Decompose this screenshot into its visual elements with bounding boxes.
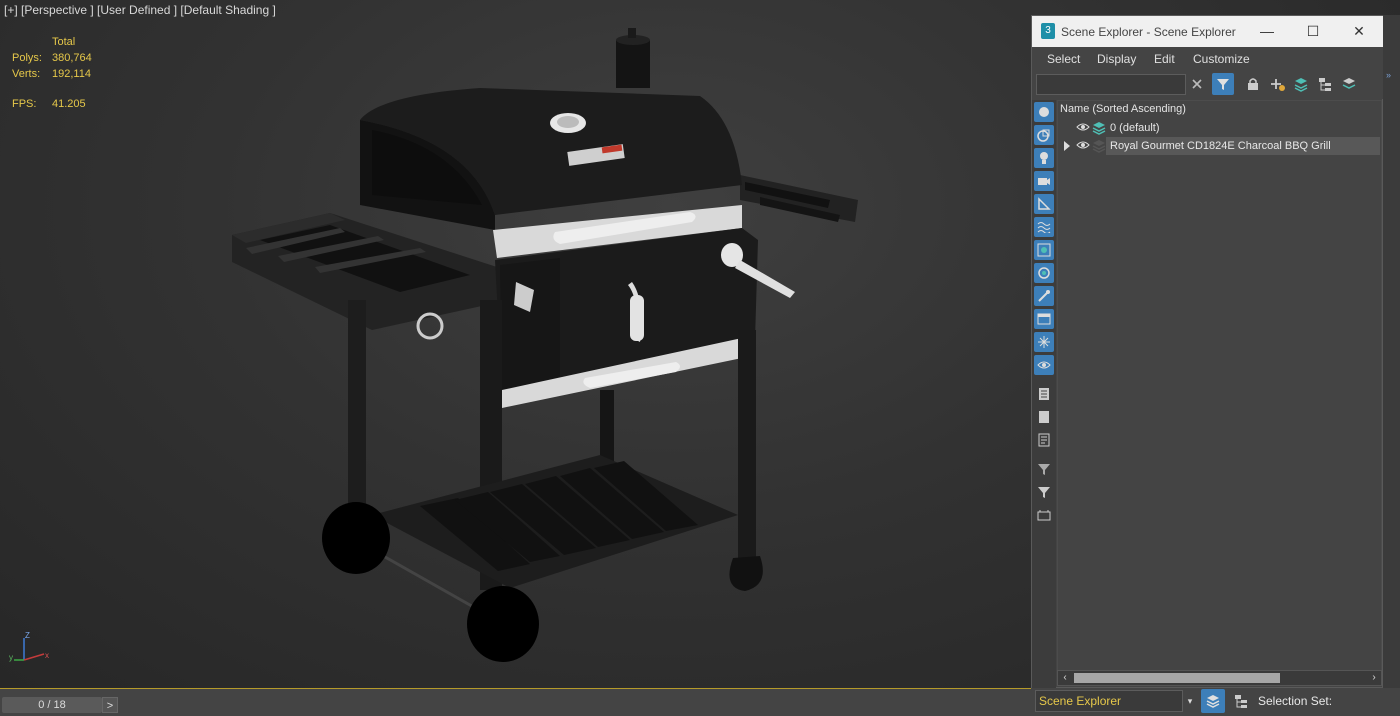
right-wheel [467,586,539,662]
cameras-filter-icon[interactable] [1034,171,1054,191]
next-frame-button[interactable]: > [102,697,118,713]
explorer-bottom-bar: Scene Explorer ▾ Selection Set: [1031,688,1400,716]
helpers-filter-icon[interactable] [1034,194,1054,214]
maximize-button[interactable]: ☐ [1290,16,1336,47]
window-titlebar[interactable]: 3 Scene Explorer - Scene Explorer — ☐ ✕ [1032,16,1384,47]
display-all-icon[interactable] [1034,384,1054,404]
xrefs-filter-icon[interactable] [1034,263,1054,283]
hierarchy-icon[interactable] [1314,73,1336,95]
svg-text:Z: Z [25,631,30,640]
containers-filter-icon[interactable] [1034,309,1054,329]
tree-row-grill-layer[interactable]: Royal Gourmet CD1824E Charcoal BBQ Grill [1058,137,1381,155]
invert-display-icon[interactable] [1034,430,1054,450]
geometry-filter-icon[interactable] [1034,102,1054,122]
time-slider-frame-counter[interactable]: 0 / 18 [2,697,102,713]
menu-display[interactable]: Display [1097,52,1136,66]
time-slider-bar: 0 / 18 > [0,688,1032,716]
back-foot [729,556,763,591]
menu-bar: Select Display Edit Customize [1032,47,1384,71]
svg-text:x: x [45,651,49,660]
left-wheel [322,502,390,574]
expand-arrow-icon[interactable] [1064,141,1070,151]
clear-search-icon[interactable] [1186,73,1208,95]
tree-row-default-layer[interactable]: 0 (default) [1058,119,1381,137]
panel-grip-icon[interactable]: » [1386,70,1391,80]
panel-edge: » [1383,15,1400,688]
app-window: [+] [Perspective ] [User Defined ] [Defa… [0,0,1400,716]
lock-icon[interactable] [1242,73,1264,95]
minimize-button[interactable]: — [1244,16,1290,47]
scene-explorer-window: 3 Scene Explorer - Scene Explorer — ☐ ✕ … [1031,15,1384,689]
charcoal-tray-crank [630,295,644,341]
svg-text:y: y [9,653,13,662]
filter-icon[interactable] [1034,482,1054,502]
name-column-header[interactable]: Name (Sorted Ascending) [1060,103,1186,115]
display-none-icon[interactable] [1034,407,1054,427]
visibility-eye-icon[interactable] [1076,122,1090,135]
lights-filter-icon[interactable] [1034,148,1054,168]
tree-row-label: 0 (default) [1110,122,1160,134]
space-warps-filter-icon[interactable] [1034,217,1054,237]
selection-set-icon[interactable] [1034,505,1054,525]
layers-icon[interactable] [1290,73,1312,95]
window-title: Scene Explorer - Scene Explorer [1061,25,1236,39]
tree-row-label: Royal Gourmet CD1824E Charcoal BBQ Grill [1106,137,1380,155]
grill-chimney [616,40,650,88]
filter-settings-icon[interactable] [1034,459,1054,479]
explorer-select[interactable]: Scene Explorer [1035,690,1183,712]
frozen-filter-icon[interactable] [1034,332,1054,352]
shapes-filter-icon[interactable] [1034,125,1054,145]
hidden-filter-icon[interactable] [1034,355,1054,375]
bones-filter-icon[interactable] [1034,286,1054,306]
filter-toggle-icon[interactable] [1212,73,1234,95]
layer-stack-icon[interactable] [1338,73,1360,95]
groups-filter-icon[interactable] [1034,240,1054,260]
back-right-leg [738,330,756,560]
add-layer-icon[interactable] [1266,73,1288,95]
chevron-down-icon[interactable]: ▾ [1183,690,1197,712]
sort-by-layer-icon[interactable] [1201,689,1225,713]
axis-gizmo: Z y x [9,631,49,662]
menu-edit[interactable]: Edit [1154,52,1175,66]
filter-sidebar [1032,100,1056,689]
menu-select[interactable]: Select [1047,52,1080,66]
scene-tree: Name (Sorted Ascending) 0 (default) Roya… [1057,100,1382,674]
3dsmax-app-icon: 3 [1041,23,1055,39]
layer-icon [1092,139,1106,156]
scrollbar-thumb[interactable] [1074,673,1280,683]
sort-by-hierarchy-icon[interactable] [1229,689,1253,713]
bbq-grill-model[interactable] [0,0,1030,688]
scroll-right-icon[interactable]: › [1367,671,1381,685]
selection-set-label: Selection Set: [1258,694,1333,708]
close-button[interactable]: ✕ [1336,16,1382,47]
layer-icon [1092,121,1106,138]
visibility-eye-icon[interactable] [1076,140,1090,153]
menu-customize[interactable]: Customize [1193,52,1250,66]
explorer-toolbar [1032,71,1384,99]
horizontal-scrollbar[interactable]: ‹ › [1057,670,1382,686]
search-input[interactable] [1036,74,1186,95]
scroll-left-icon[interactable]: ‹ [1058,671,1072,685]
